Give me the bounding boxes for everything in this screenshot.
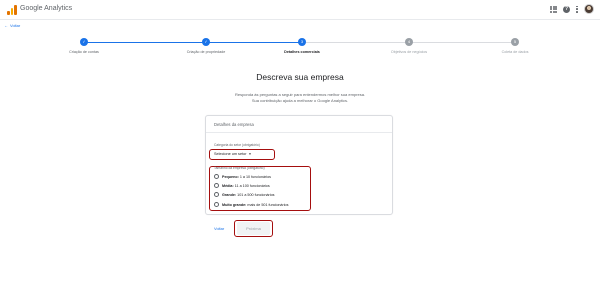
step-label: Criação de propriedade [186,50,226,54]
radio-button[interactable] [214,174,219,179]
category-select-value: Selecione um setor [214,152,247,156]
card-title: Detalhes da empresa [214,122,254,127]
size-option-very-large[interactable]: Muito grande: mais de 501 funcionários [214,202,288,207]
size-option-name: Pequeno: [222,174,239,179]
size-option-name: Muito grande: [222,202,247,207]
divider [206,132,392,133]
step-label: Detalhes comerciais [284,50,320,54]
next-button[interactable]: Próxima [237,222,270,235]
step-5: 5 Coleta de dados [475,36,555,54]
step-number: 5 [511,38,519,46]
step-2: ✓ Criação de propriedade [166,36,246,54]
size-option-name: Grande: [222,192,237,197]
size-option-desc: 1 a 10 funcionários [239,174,272,179]
step-label: Criação de contas [69,50,99,54]
page-subtitle: Responda às perguntas a seguir para ente… [0,92,600,104]
caret-down-icon: ▼ [248,152,252,156]
arrow-left-icon: ← [4,23,8,28]
size-option-large[interactable]: Grande: 101 a 500 funcionários [214,192,275,197]
size-option-small[interactable]: Pequeno: 1 a 10 funcionários [214,174,271,179]
size-option-name: Média: [222,183,234,188]
avatar[interactable] [584,4,594,14]
business-details-card: Detalhes da empresa Categoria do setor (… [205,115,393,215]
size-option-desc: 11 a 100 funcionários [234,183,270,188]
progress-stepper: ✓ Criação de contas ✓ Criação de proprie… [0,36,600,66]
radio-button[interactable] [214,183,219,188]
back-button[interactable]: Voltar [214,226,224,231]
more-vert-icon[interactable] [576,5,578,13]
check-icon: ✓ [80,38,88,46]
apps-grid-icon[interactable] [550,5,557,13]
step-label: Objetivos de negócios [390,50,428,54]
step-4: 4 Objetivos de negócios [369,36,449,54]
size-option-medium[interactable]: Média: 11 a 100 funcionários [214,183,270,188]
step-number: 3 [298,38,306,46]
step-number: 4 [405,38,413,46]
step-3: 3 Detalhes comerciais [262,36,342,54]
page-title: Descreva sua empresa [256,72,344,82]
back-link[interactable]: ← Voltar [4,23,20,28]
category-select[interactable]: Selecione um setor ▼ [214,152,252,156]
radio-button[interactable] [214,202,219,207]
category-label: Categoria do setor (obrigatório) [214,143,260,147]
check-icon: ✓ [202,38,210,46]
analytics-logo-icon[interactable] [7,5,17,15]
size-option-desc: mais de 501 funcionários [247,202,289,207]
company-size-label: Tamanho da empresa (obrigatório) [214,166,265,170]
top-icons: ? [550,4,594,14]
help-icon[interactable]: ? [563,5,570,13]
top-app-bar: Google Analytics ? [0,0,600,20]
step-label: Coleta de dados [501,50,529,54]
app-title: Google Analytics [20,5,73,12]
step-1: ✓ Criação de contas [44,36,124,54]
subtitle-line-2: Sua contribuição ajuda a melhorar o Goog… [251,98,349,103]
radio-button[interactable] [214,192,219,197]
back-link-label: Voltar [10,23,21,28]
size-option-desc: 101 a 500 funcionários [237,192,275,197]
